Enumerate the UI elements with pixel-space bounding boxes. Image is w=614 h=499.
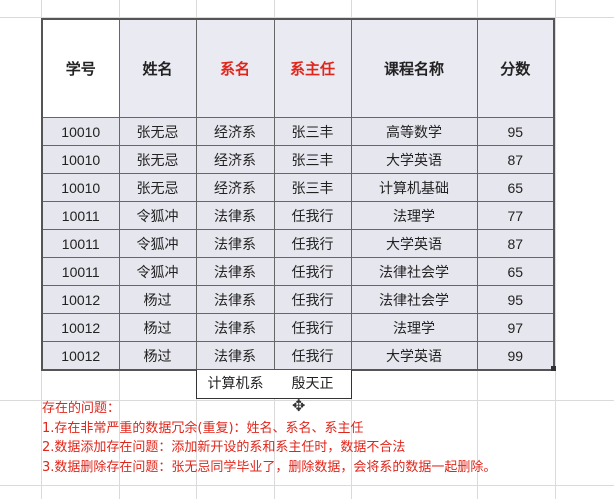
table-cell[interactable]: 10011 — [41, 229, 120, 258]
notes-title: 存在的问题： — [42, 401, 121, 416]
header-dept[interactable]: 系名 — [195, 18, 275, 118]
table-cell[interactable]: 法律系 — [195, 201, 275, 230]
table-row: 10010 张无忌 经济系 张三丰 高等数学 95 — [41, 117, 555, 146]
note-item: 3.数据删除存在问题：张无忌同学毕业了，删除数据，会将系的数据一起删除。 — [42, 459, 497, 475]
table-cell[interactable]: 杨过 — [118, 285, 197, 314]
notes: 存在的问题： 1.存在非常严重的数据冗余(重复)：姓名、系名、系主任 2.数据添… — [42, 399, 496, 477]
table-cell[interactable]: 87 — [476, 145, 555, 174]
table-cell[interactable]: 法理学 — [350, 201, 478, 230]
table-cell[interactable]: 大学英语 — [350, 145, 478, 174]
table-cell[interactable]: 任我行 — [273, 341, 352, 371]
header-dept-head[interactable]: 系主任 — [273, 18, 352, 118]
table-cell[interactable]: 10012 — [41, 341, 120, 371]
table-cell[interactable]: 65 — [476, 173, 555, 202]
table-row: 10011 令狐冲 法律系 任我行 法律社会学 65 — [41, 257, 555, 286]
extra-head-cell[interactable]: 殷天正 — [274, 370, 352, 399]
table-cell[interactable]: 65 — [476, 257, 555, 286]
table-cell[interactable]: 经济系 — [195, 117, 275, 146]
table-cell[interactable]: 计算机基础 — [350, 173, 478, 202]
table-cell[interactable]: 任我行 — [273, 313, 352, 342]
table-cell[interactable]: 法律系 — [195, 229, 275, 258]
table-cell[interactable]: 高等数学 — [350, 117, 478, 146]
table-cell[interactable]: 经济系 — [195, 173, 275, 202]
note-item: 2.数据添加存在问题：添加新开设的系和系主任时，数据不合法 — [42, 440, 406, 455]
table-cell[interactable]: 法律系 — [195, 257, 275, 286]
table-cell[interactable]: 令狐冲 — [118, 257, 197, 286]
table-cell[interactable]: 令狐冲 — [118, 229, 197, 258]
table-cell[interactable]: 任我行 — [273, 257, 352, 286]
table-cell[interactable]: 法律系 — [195, 341, 275, 371]
table-cell[interactable]: 张三丰 — [273, 145, 352, 174]
table-cell[interactable]: 10010 — [41, 145, 120, 174]
header-row: 学号 姓名 系名 系主任 课程名称 分数 — [41, 18, 555, 118]
table-cell[interactable]: 10010 — [41, 173, 120, 202]
fill-handle[interactable] — [551, 366, 556, 371]
table-cell[interactable]: 张无忌 — [118, 173, 197, 202]
table-row: 10012 杨过 法律系 任我行 法理学 97 — [41, 313, 555, 342]
table-cell[interactable]: 杨过 — [118, 341, 197, 371]
table-cell[interactable]: 10012 — [41, 313, 120, 342]
table-cell[interactable]: 77 — [476, 201, 555, 230]
table-cell[interactable]: 任我行 — [273, 229, 352, 258]
table-cell[interactable]: 10011 — [41, 257, 120, 286]
table-cell[interactable]: 张三丰 — [273, 117, 352, 146]
table-cell[interactable]: 法律社会学 — [350, 257, 478, 286]
header-score[interactable]: 分数 — [476, 18, 555, 118]
table-cell[interactable]: 10012 — [41, 285, 120, 314]
table-cell[interactable]: 10010 — [41, 117, 120, 146]
table-cell[interactable]: 法律系 — [195, 285, 275, 314]
table-cell[interactable]: 95 — [476, 285, 555, 314]
table-cell[interactable]: 法律社会学 — [350, 285, 478, 314]
table-cell[interactable]: 令狐冲 — [118, 201, 197, 230]
table-row: 10011 令狐冲 法律系 任我行 法理学 77 — [41, 201, 555, 230]
table-cell[interactable]: 任我行 — [273, 201, 352, 230]
table-cell[interactable]: 张无忌 — [118, 145, 197, 174]
table-row: 10010 张无忌 经济系 张三丰 大学英语 87 — [41, 145, 555, 174]
table-cell[interactable]: 10011 — [41, 201, 120, 230]
header-name[interactable]: 姓名 — [118, 18, 197, 118]
table-cell[interactable]: 任我行 — [273, 285, 352, 314]
table-row: 10010 张无忌 经济系 张三丰 计算机基础 65 — [41, 173, 555, 202]
table-row: 10011 令狐冲 法律系 任我行 大学英语 87 — [41, 229, 555, 258]
student-table: 学号 姓名 系名 系主任 课程名称 分数 10010 张无忌 经济系 张三丰 高等数学 9… — [41, 18, 555, 371]
table-cell[interactable]: 经济系 — [195, 145, 275, 174]
table-cell[interactable]: 杨过 — [118, 313, 197, 342]
table-cell[interactable]: 大学英语 — [350, 229, 478, 258]
table-cell[interactable]: 张三丰 — [273, 173, 352, 202]
table-cell[interactable]: 95 — [476, 117, 555, 146]
table-cell[interactable]: 张无忌 — [118, 117, 197, 146]
table-cell[interactable]: 87 — [476, 229, 555, 258]
header-student-id[interactable]: 学号 — [41, 18, 120, 118]
table-row: 10012 杨过 法律系 任我行 大学英语 99 — [41, 341, 555, 371]
table-row: 10012 杨过 法律系 任我行 法律社会学 95 — [41, 285, 555, 314]
table-cell[interactable]: 97 — [476, 313, 555, 342]
table-cell[interactable]: 法理学 — [350, 313, 478, 342]
table-cell[interactable]: 大学英语 — [350, 341, 478, 371]
extra-dept-cell[interactable]: 计算机系 — [196, 370, 275, 399]
table-cell[interactable]: 99 — [476, 341, 555, 371]
table-cell[interactable]: 法律系 — [195, 313, 275, 342]
note-item: 1.存在非常严重的数据冗余(重复)：姓名、系名、系主任 — [42, 420, 364, 436]
header-course[interactable]: 课程名称 — [350, 18, 478, 118]
